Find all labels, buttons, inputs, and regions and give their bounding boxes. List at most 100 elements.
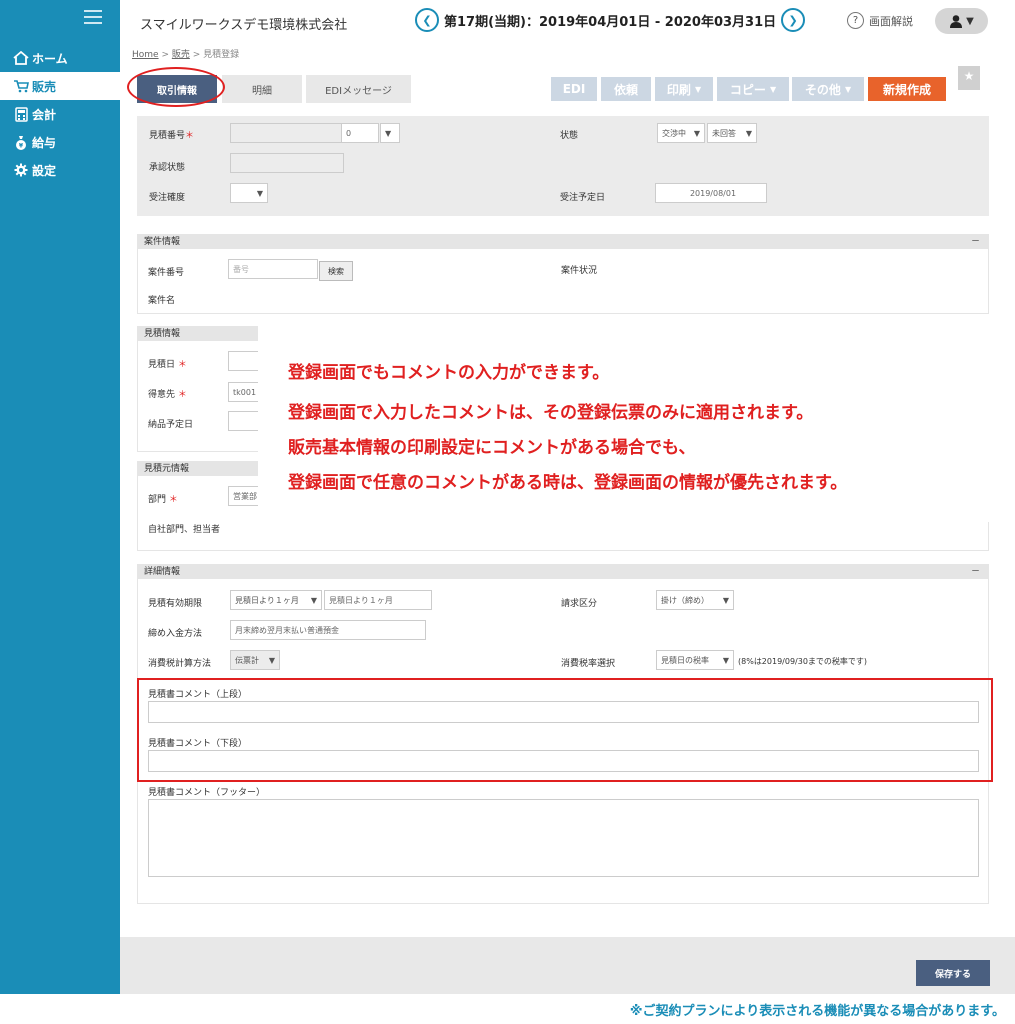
sidebar-item-label: 会計 bbox=[32, 107, 57, 122]
sidebar-item-sales[interactable]: 販売 bbox=[0, 72, 120, 100]
dept-label: 部門 ＊ bbox=[148, 495, 178, 505]
chevron-down-icon: ▼ bbox=[695, 84, 702, 94]
estimate-no-input[interactable]: 0 bbox=[341, 123, 379, 143]
order-prob-select[interactable]: ▼ bbox=[230, 183, 268, 203]
chevron-down-icon: ▼ bbox=[770, 84, 777, 94]
request-button[interactable]: 依頼 bbox=[601, 77, 651, 101]
chevron-down-icon: ▼ bbox=[256, 188, 263, 198]
case-section: 案件情報－ 案件番号 番号 検索 案件状況 案件名 bbox=[137, 234, 989, 314]
order-date-label: 受注予定日 bbox=[560, 193, 606, 203]
print-label: 印刷 bbox=[666, 82, 691, 97]
chevron-down-icon: ▼ bbox=[745, 128, 752, 138]
comment-footer-textarea[interactable] bbox=[148, 799, 979, 877]
chevron-down-icon: ▼ bbox=[268, 655, 275, 665]
approval-status-field bbox=[230, 153, 344, 173]
highlight-box bbox=[137, 678, 993, 782]
breadcrumb-current: 見積登録 bbox=[203, 50, 240, 60]
status-value-2: 未回答 bbox=[712, 128, 736, 138]
tax-rate-label: 消費税率選択 bbox=[561, 659, 616, 669]
tax-calc-select[interactable]: 伝票計 ▼ bbox=[230, 650, 280, 670]
sidebar-item-payroll[interactable]: ¥ 給与 bbox=[0, 128, 120, 156]
tax-rate-value: 見積日の税率 bbox=[661, 655, 709, 665]
validity-input[interactable]: 見積日より１ヶ月 bbox=[324, 590, 432, 610]
comment-footer-label: 見積書コメント（フッター） bbox=[148, 788, 266, 798]
help-button[interactable]: ? 画面解説 bbox=[847, 12, 913, 29]
customer-label: 得意先 ＊ bbox=[148, 390, 187, 400]
case-status-label: 案件状況 bbox=[561, 266, 598, 276]
top-section: 見積番号＊ 0 ▼ 承認状態 受注確度 ▼ 状態 交渉中 ▼ 未回答 ▼ 受注予定日… bbox=[137, 116, 989, 216]
breadcrumb: Home > 販売 > 見積登録 bbox=[132, 50, 240, 60]
case-section-header: 案件情報－ bbox=[138, 235, 988, 249]
tax-calc-value: 伝票計 bbox=[235, 655, 259, 665]
chevron-down-icon: ▼ bbox=[310, 595, 317, 605]
hamburger-menu-icon[interactable] bbox=[84, 10, 102, 24]
print-button[interactable]: 印刷 ▼ bbox=[655, 77, 713, 101]
collapse-icon[interactable]: － bbox=[971, 235, 980, 249]
tab-details[interactable]: 明細 bbox=[222, 75, 302, 103]
cart-icon bbox=[10, 79, 32, 93]
footer-bar bbox=[120, 937, 1015, 994]
gear-icon bbox=[10, 163, 32, 177]
bookmark-star-icon[interactable]: ★ bbox=[958, 66, 980, 90]
edi-button[interactable]: EDI bbox=[551, 77, 597, 101]
sidebar-item-accounting[interactable]: 会計 bbox=[0, 100, 120, 128]
other-label: その他 bbox=[804, 82, 841, 97]
chevron-down-icon: ▼ bbox=[722, 595, 729, 605]
company-name: スマイルワークスデモ環境株式会社 bbox=[140, 18, 348, 33]
status-select-1[interactable]: 交渉中 ▼ bbox=[657, 123, 705, 143]
period-selector: ❮ 第17期(当期)：2019年04月01日 - 2020年03月31日 ❯ bbox=[415, 8, 806, 32]
user-icon bbox=[950, 15, 963, 28]
save-button[interactable]: 保存する bbox=[916, 960, 990, 986]
sidebar-item-label: 給与 bbox=[32, 135, 57, 150]
tab-edi-message[interactable]: EDIメッセージ bbox=[306, 75, 411, 103]
status-value-1: 交渉中 bbox=[662, 128, 686, 138]
chevron-down-icon: ▼ bbox=[722, 655, 729, 665]
sidebar-item-home[interactable]: ホーム bbox=[0, 44, 120, 72]
sidebar-item-settings[interactable]: 設定 bbox=[0, 156, 120, 184]
payment-input[interactable]: 月末締め翌月末払い普通預金 bbox=[230, 620, 426, 640]
chevron-down-icon: ▼ bbox=[385, 128, 392, 138]
case-no-label: 案件番号 bbox=[148, 268, 185, 278]
validity-select-value: 見積日より１ヶ月 bbox=[235, 595, 299, 605]
next-period-icon[interactable]: ❯ bbox=[781, 8, 806, 32]
annotation-line-1: 登録画面でもコメントの入力ができます。 bbox=[288, 363, 610, 383]
billing-value: 掛け（締め） bbox=[661, 595, 709, 605]
detail-section-header: 詳細情報－ bbox=[138, 565, 988, 579]
annotation-line-3: 販売基本情報の印刷設定にコメントがある場合でも、 bbox=[288, 438, 696, 458]
chevron-down-icon: ▼ bbox=[966, 15, 974, 27]
tax-note: (8%は2019/09/30までの税率です) bbox=[738, 657, 868, 666]
payment-label: 締め入金方法 bbox=[148, 629, 203, 639]
estimate-no-dropdown[interactable]: ▼ bbox=[380, 123, 400, 143]
app-root: ホーム 販売 会計 ¥ 給与 設定 スマイルワークスデモ環境株式会社 ❮ 第17… bbox=[0, 0, 1015, 1024]
tax-rate-select[interactable]: 見積日の税率 ▼ bbox=[656, 650, 734, 670]
breadcrumb-home-link[interactable]: Home bbox=[132, 50, 159, 60]
user-menu-button[interactable]: ▼ bbox=[935, 8, 988, 34]
breadcrumb-sales-link[interactable]: 販売 bbox=[172, 50, 190, 60]
annotation-line-2: 登録画面で入力したコメントは、その登録伝票のみに適用されます。 bbox=[288, 403, 814, 423]
estimate-no-prefix-input[interactable] bbox=[230, 123, 342, 143]
sidebar: ホーム 販売 会計 ¥ 給与 設定 bbox=[0, 0, 120, 994]
other-button[interactable]: その他 ▼ bbox=[792, 77, 864, 101]
prev-period-icon[interactable]: ❮ bbox=[415, 8, 439, 32]
period-text: 第17期(当期)：2019年04月01日 - 2020年03月31日 bbox=[444, 14, 777, 30]
delivery-date-label: 納品予定日 bbox=[148, 420, 194, 430]
order-date-input[interactable]: 2019/08/01 bbox=[655, 183, 767, 203]
collapse-icon[interactable]: － bbox=[971, 565, 980, 579]
sidebar-item-label: ホーム bbox=[32, 51, 68, 66]
validity-select[interactable]: 見積日より１ヶ月 ▼ bbox=[230, 590, 322, 610]
question-icon: ? bbox=[847, 12, 864, 29]
help-label: 画面解説 bbox=[869, 14, 913, 28]
chevron-down-icon: ▼ bbox=[845, 84, 852, 94]
approval-label: 承認状態 bbox=[149, 163, 186, 173]
order-prob-label: 受注確度 bbox=[149, 193, 186, 203]
status-select-2[interactable]: 未回答 ▼ bbox=[707, 123, 757, 143]
copy-button[interactable]: コピー ▼ bbox=[717, 77, 789, 101]
billing-select[interactable]: 掛け（締め） ▼ bbox=[656, 590, 734, 610]
plan-footnote: ※ご契約プランにより表示される機能が異なる場合があります。 bbox=[629, 1004, 1005, 1019]
case-search-button[interactable]: 検索 bbox=[319, 261, 353, 281]
copy-label: コピー bbox=[729, 82, 766, 97]
calculator-icon bbox=[10, 106, 32, 122]
home-icon bbox=[10, 51, 32, 65]
case-no-input[interactable]: 番号 bbox=[228, 259, 318, 279]
new-create-button[interactable]: 新規作成 bbox=[868, 77, 946, 101]
